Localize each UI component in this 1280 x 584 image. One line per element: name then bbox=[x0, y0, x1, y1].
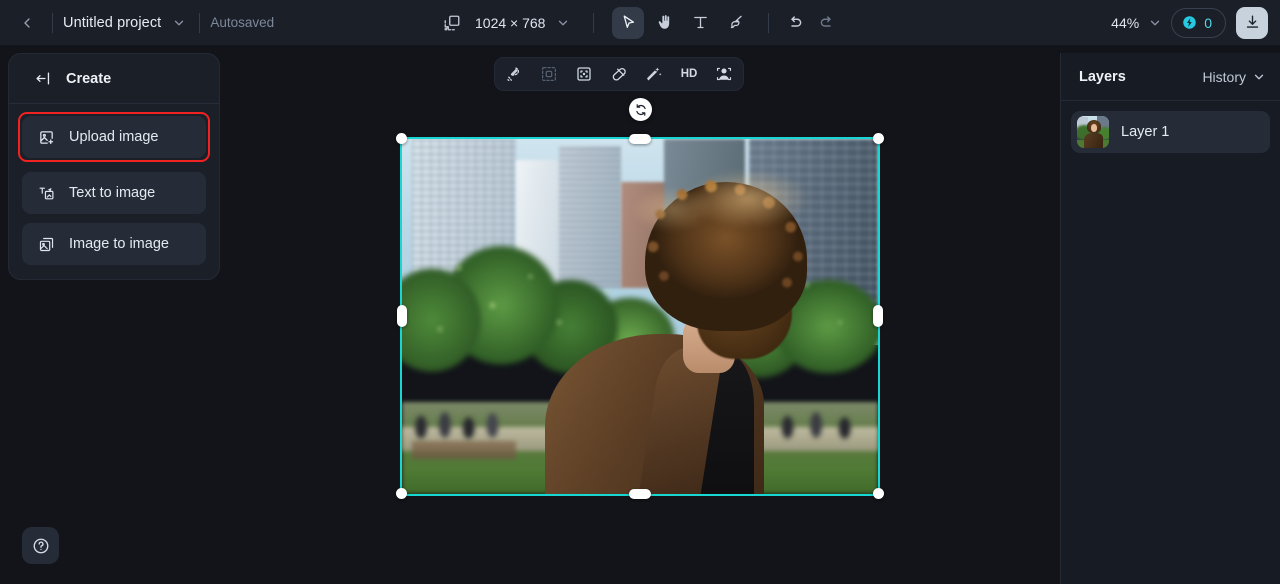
chevron-down-icon bbox=[1151, 20, 1160, 25]
upload-image-highlight: Upload image bbox=[18, 112, 210, 162]
download-icon bbox=[1246, 15, 1258, 28]
credits-count: 0 bbox=[1204, 14, 1212, 31]
hand-icon bbox=[658, 15, 670, 29]
divider bbox=[199, 12, 201, 33]
credit-coin-icon bbox=[1183, 16, 1196, 29]
autosaved-status: Autosaved bbox=[210, 15, 275, 30]
paint-brush-icon bbox=[730, 15, 742, 29]
canvas-resize-icon[interactable] bbox=[440, 11, 464, 35]
create-panel-body: Upload image Text to image Image to imag… bbox=[9, 104, 219, 279]
layer-name: Layer 1 bbox=[1121, 124, 1170, 140]
app-root: Untitled project Autosaved 1024 × 768 44… bbox=[0, 0, 1280, 584]
layers-list: Layer 1 bbox=[1061, 101, 1280, 163]
undo-button[interactable] bbox=[779, 7, 811, 39]
expand-tool[interactable] bbox=[571, 61, 597, 87]
resize-handle-bottom-center[interactable] bbox=[629, 489, 651, 499]
face-enhance-tool[interactable] bbox=[711, 61, 737, 87]
create-panel-header: Create bbox=[9, 54, 219, 104]
chevron-left-icon bbox=[24, 17, 30, 28]
layer-thumbnail bbox=[1077, 116, 1109, 148]
magic-select-tool[interactable] bbox=[501, 61, 527, 87]
chevron-down-icon bbox=[559, 20, 568, 25]
text-to-image-icon bbox=[37, 184, 55, 202]
resize-handle-top-right[interactable] bbox=[873, 133, 884, 144]
create-item-label: Upload image bbox=[69, 129, 159, 145]
brush-tool[interactable] bbox=[720, 7, 752, 39]
eraser-icon bbox=[612, 68, 626, 81]
canvas-size-dropdown-button[interactable] bbox=[553, 13, 573, 33]
zoom-dropdown-button[interactable] bbox=[1145, 13, 1165, 33]
eraser-tool[interactable] bbox=[606, 61, 632, 87]
text-t-icon bbox=[694, 16, 707, 29]
canvas-size-value[interactable]: 1024 × 768 bbox=[475, 15, 545, 31]
rotate-handle[interactable] bbox=[629, 98, 652, 121]
create-panel-title: Create bbox=[66, 70, 112, 87]
chevron-down-icon bbox=[175, 20, 184, 25]
text-tool[interactable] bbox=[684, 7, 716, 39]
tool-group bbox=[612, 6, 752, 39]
crop-tool[interactable] bbox=[536, 61, 562, 87]
credits-badge[interactable]: 0 bbox=[1171, 7, 1226, 38]
project-menu-button[interactable] bbox=[169, 13, 189, 33]
magic-wand-tool[interactable] bbox=[641, 61, 667, 87]
lasso-magic-icon bbox=[507, 67, 520, 82]
photo-subject bbox=[402, 139, 878, 494]
upscale-hd-button[interactable]: HD bbox=[676, 61, 702, 87]
photo-content bbox=[402, 139, 878, 494]
create-item-label: Image to image bbox=[69, 236, 169, 252]
canvas-selection[interactable] bbox=[396, 98, 884, 499]
divider bbox=[768, 12, 770, 33]
history-dropdown-button[interactable]: History bbox=[1202, 69, 1266, 85]
resize-handle-bottom-right[interactable] bbox=[873, 488, 884, 499]
help-button[interactable] bbox=[22, 527, 59, 564]
layers-panel: Layers History Layer 1 bbox=[1060, 53, 1280, 584]
create-panel: Create Upload image Text to image Image … bbox=[8, 53, 220, 280]
create-item-upload-image[interactable]: Upload image bbox=[22, 116, 206, 158]
topbar-left-group: Untitled project Autosaved bbox=[0, 8, 274, 38]
rotate-handle-icon bbox=[635, 103, 646, 116]
back-button[interactable] bbox=[12, 8, 42, 38]
topbar-right-group: 44% 0 bbox=[1111, 0, 1268, 45]
create-item-label: Text to image bbox=[69, 185, 156, 201]
download-button[interactable] bbox=[1236, 6, 1268, 39]
resize-handle-top-left[interactable] bbox=[396, 133, 407, 144]
divider bbox=[52, 12, 53, 33]
resize-handle-bottom-left[interactable] bbox=[396, 488, 407, 499]
undo-arrow-icon bbox=[791, 15, 802, 27]
expand-frame-icon bbox=[577, 67, 591, 81]
chevron-down-icon bbox=[1254, 74, 1264, 79]
layers-panel-title: Layers bbox=[1079, 68, 1126, 85]
top-toolbar: Untitled project Autosaved 1024 × 768 44… bbox=[0, 0, 1280, 45]
select-tool[interactable] bbox=[612, 6, 645, 39]
project-name[interactable]: Untitled project bbox=[63, 15, 161, 31]
resize-handle-top-center[interactable] bbox=[629, 134, 651, 144]
question-mark-icon bbox=[33, 538, 48, 553]
collapse-panel-icon[interactable] bbox=[35, 70, 52, 87]
layer-list-item[interactable]: Layer 1 bbox=[1071, 111, 1270, 153]
zoom-level[interactable]: 44% bbox=[1111, 15, 1139, 31]
crop-frame-icon bbox=[541, 66, 557, 82]
cursor-arrow-icon bbox=[623, 15, 635, 28]
hand-tool[interactable] bbox=[648, 7, 680, 39]
redo-arrow-icon bbox=[821, 15, 832, 27]
photo-hair-highlight bbox=[630, 170, 821, 278]
portrait-person-icon bbox=[716, 67, 732, 81]
divider bbox=[593, 12, 595, 33]
create-item-image-to-image[interactable]: Image to image bbox=[22, 223, 206, 265]
canvas-image[interactable] bbox=[400, 137, 880, 496]
topbar-center-group: 1024 × 768 bbox=[440, 0, 843, 45]
image-upload-icon bbox=[37, 128, 55, 146]
redo-button[interactable] bbox=[811, 7, 843, 39]
canvas-context-toolbar: HD bbox=[494, 57, 744, 91]
resize-handle-middle-left[interactable] bbox=[397, 305, 407, 327]
layers-panel-header: Layers History bbox=[1061, 53, 1280, 101]
history-label: History bbox=[1202, 68, 1246, 85]
resize-handle-middle-right[interactable] bbox=[873, 305, 883, 327]
create-item-text-to-image[interactable]: Text to image bbox=[22, 172, 206, 214]
image-to-image-icon bbox=[37, 235, 55, 253]
magic-wand-icon bbox=[646, 67, 662, 81]
